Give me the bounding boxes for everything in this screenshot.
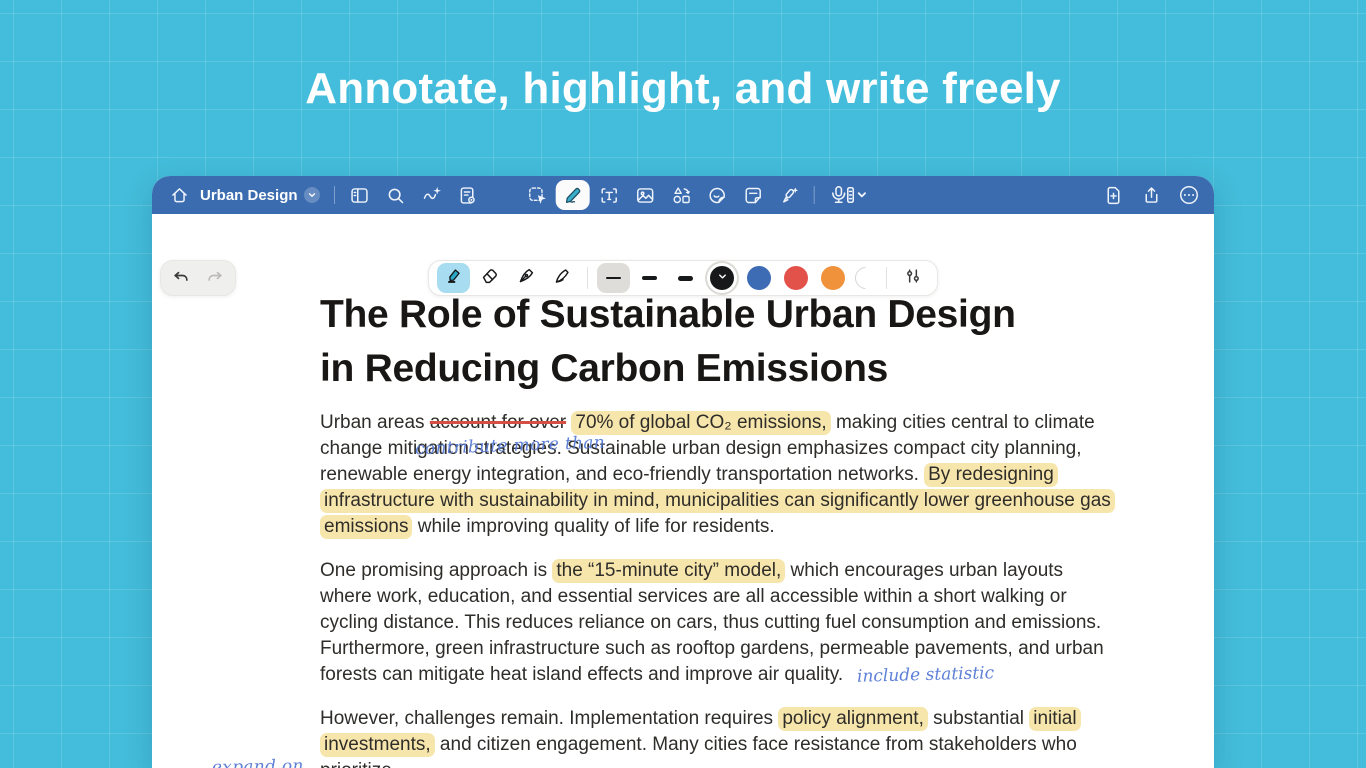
add-page-icon bbox=[1103, 185, 1124, 206]
toolbar-center-group bbox=[520, 176, 875, 214]
more-icon bbox=[1178, 184, 1200, 206]
toolbar-divider bbox=[334, 186, 335, 204]
lasso-select-button[interactable] bbox=[520, 180, 554, 210]
notebook-title: Urban Design bbox=[200, 187, 298, 204]
undo-button[interactable] bbox=[171, 263, 191, 293]
thick-line-icon bbox=[678, 276, 693, 281]
page-overview-button[interactable] bbox=[451, 180, 485, 210]
audio-record-button[interactable] bbox=[823, 180, 875, 210]
medium-line-icon bbox=[642, 276, 657, 280]
page-overview-icon bbox=[457, 185, 478, 206]
paragraph-3: However, challenges remain. Implementati… bbox=[320, 706, 1117, 768]
shapes-tool-icon bbox=[670, 185, 691, 206]
share-icon bbox=[1141, 185, 1162, 206]
more-button[interactable] bbox=[1172, 180, 1206, 210]
text-segment-plain: Urban areas bbox=[320, 412, 430, 433]
document-title-line1: The Role of Sustainable Urban Design bbox=[320, 288, 1117, 342]
note-tool-button[interactable] bbox=[736, 180, 770, 210]
add-page-button[interactable] bbox=[1096, 180, 1130, 210]
text-tool-icon bbox=[598, 185, 619, 206]
text-segment-plain: One promising approach is bbox=[320, 560, 552, 581]
document-title: The Role of Sustainable Urban Design in … bbox=[320, 288, 1117, 396]
paragraph-1: Urban areas account for over 70% of glob… bbox=[320, 410, 1117, 540]
paragraph-2: One promising approach is the “15-minute… bbox=[320, 558, 1117, 688]
pen-tool-button[interactable] bbox=[556, 180, 590, 210]
document-canvas[interactable]: The Role of Sustainable Urban Design in … bbox=[152, 214, 1214, 768]
sticker-tool-button[interactable] bbox=[700, 180, 734, 210]
sidebar-button[interactable] bbox=[343, 180, 377, 210]
shapes-tool-button[interactable] bbox=[664, 180, 698, 210]
text-tool-button[interactable] bbox=[592, 180, 626, 210]
sliders-icon bbox=[903, 266, 923, 291]
sticker-tool-icon bbox=[706, 185, 727, 206]
margin-note-line1: expand on bbox=[210, 753, 306, 768]
chevron-down-icon bbox=[304, 187, 320, 203]
handwritten-margin-note: expand on challenges bbox=[210, 753, 307, 768]
pen-tool-active-pill bbox=[556, 180, 590, 210]
magic-pen-icon bbox=[778, 185, 799, 206]
image-tool-icon bbox=[634, 185, 655, 206]
subtoolbar-divider bbox=[886, 267, 887, 289]
note-tool-icon bbox=[742, 185, 763, 206]
toolbar-right-group bbox=[1096, 176, 1206, 214]
text-segment-highlight: policy alignment, bbox=[778, 707, 928, 731]
color-swatch-red[interactable] bbox=[784, 266, 808, 290]
thin-line-icon bbox=[606, 277, 621, 280]
image-tool-button[interactable] bbox=[628, 180, 662, 210]
text-segment-note: include statistic bbox=[857, 660, 995, 690]
text-segment-strike: account for over bbox=[430, 412, 566, 433]
sidebar-icon bbox=[349, 185, 370, 206]
chevron-down-icon bbox=[717, 269, 728, 287]
document-title-line2: in Reducing Carbon Emissions bbox=[320, 342, 1117, 396]
text-segment-plain: However, challenges remain. Implementati… bbox=[320, 708, 778, 729]
color-swatch-blue[interactable] bbox=[747, 266, 771, 290]
color-swatch-black-selected[interactable] bbox=[710, 266, 734, 290]
search-icon bbox=[385, 185, 406, 206]
toolbar-divider bbox=[814, 186, 815, 204]
magic-pen-button[interactable] bbox=[772, 180, 806, 210]
undo-redo-group bbox=[160, 260, 236, 296]
home-icon bbox=[169, 185, 190, 206]
notebook-title-dropdown[interactable]: Urban Design bbox=[198, 187, 326, 204]
home-button[interactable] bbox=[162, 180, 196, 210]
redo-button[interactable] bbox=[205, 263, 225, 293]
hero-headline: Annotate, highlight, and write freely bbox=[0, 64, 1366, 114]
color-swatch-partial[interactable] bbox=[855, 267, 877, 289]
text-segment-highlight: 70% of global CO₂ emissions, bbox=[571, 411, 830, 435]
toolbar-left-group: Urban Design bbox=[152, 180, 485, 210]
search-button[interactable] bbox=[379, 180, 413, 210]
subtoolbar-divider bbox=[587, 267, 588, 289]
page-content: The Role of Sustainable Urban Design in … bbox=[320, 288, 1117, 768]
text-segment-highlight: the “15-minute city” model, bbox=[552, 559, 785, 583]
pen-tool-icon bbox=[562, 184, 584, 206]
color-swatch-orange[interactable] bbox=[821, 266, 845, 290]
text-segment-plain: while improving quality of life for resi… bbox=[412, 516, 774, 537]
ai-scribble-icon bbox=[421, 185, 442, 206]
app-window: Urban Design bbox=[152, 176, 1214, 768]
microphone-icon bbox=[829, 184, 869, 206]
ai-scribble-button[interactable] bbox=[415, 180, 449, 210]
lasso-select-icon bbox=[526, 185, 547, 206]
text-segment-plain: substantial bbox=[928, 708, 1029, 729]
share-button[interactable] bbox=[1134, 180, 1168, 210]
main-toolbar: Urban Design bbox=[152, 176, 1214, 214]
